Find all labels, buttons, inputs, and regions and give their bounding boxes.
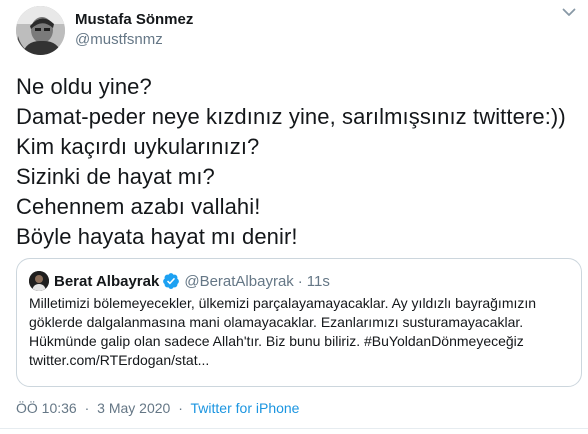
tweet-text-line: Böyle hayata hayat mı denir! bbox=[16, 224, 298, 249]
tweet-text: Ne oldu yine? Damat-peder neye kızdınız … bbox=[16, 72, 582, 252]
tweet-time[interactable]: ÖÖ 10:36 bbox=[16, 400, 77, 416]
author-avatar[interactable] bbox=[16, 6, 65, 55]
author-block: Mustafa Sönmez @mustfsnmz bbox=[75, 10, 193, 50]
author-name[interactable]: Mustafa Sönmez bbox=[75, 10, 193, 29]
quoted-separator: · bbox=[297, 272, 303, 290]
quoted-author-name[interactable]: Berat Albayrak bbox=[54, 273, 159, 290]
quoted-text-line: Hükmünde galip olan sadece Allah'tır. Bi… bbox=[29, 333, 524, 349]
quoted-timestamp[interactable]: 11s bbox=[307, 273, 330, 290]
tweet-text-line: Sizinki de hayat mı? bbox=[16, 164, 215, 189]
author-avatar-image bbox=[16, 6, 65, 55]
tweet-card: Mustafa Sönmez @mustfsnmz Ne oldu yine? … bbox=[0, 0, 588, 434]
tweet-text-line: Damat-peder neye kızdınız yine, sarılmış… bbox=[16, 104, 566, 129]
tweet-text-line: Ne oldu yine? bbox=[16, 74, 152, 99]
verified-badge-icon bbox=[162, 272, 180, 290]
chevron-down-icon[interactable] bbox=[558, 2, 580, 22]
tweet-source-link[interactable]: Twitter for iPhone bbox=[191, 400, 300, 416]
quoted-text-line: Milletimizi bölemeyecekler, ülkemizi par… bbox=[29, 295, 537, 311]
tweet-text-line: Cehennem azabı vallahi! bbox=[16, 194, 261, 219]
meta-separator: · bbox=[84, 400, 90, 416]
quoted-author-avatar-image bbox=[29, 271, 49, 291]
quoted-text-line: göklerde dalgalanmasına mani olamayacakl… bbox=[29, 314, 524, 330]
quoted-author-avatar[interactable] bbox=[29, 271, 49, 291]
quoted-text-line: twitter.com/RTErdogan/stat... bbox=[29, 352, 210, 368]
quoted-tweet-header: Berat Albayrak @BeratAlbayrak · 11s bbox=[29, 271, 330, 291]
quoted-tweet-text: Milletimizi bölemeyecekler, ülkemizi par… bbox=[29, 294, 574, 370]
divider bbox=[0, 428, 588, 429]
tweet-text-line: Kim kaçırdı uykularınızı? bbox=[16, 134, 260, 159]
tweet-meta: ÖÖ 10:36 · 3 May 2020 · Twitter for iPho… bbox=[16, 400, 299, 416]
meta-separator: · bbox=[178, 400, 183, 416]
quoted-tweet[interactable]: Berat Albayrak @BeratAlbayrak · 11s Mill… bbox=[16, 258, 582, 387]
author-handle[interactable]: @mustfsnmz bbox=[75, 30, 193, 50]
quoted-author-handle[interactable]: @BeratAlbayrak bbox=[184, 273, 293, 290]
tweet-date[interactable]: 3 May 2020 bbox=[97, 400, 170, 416]
